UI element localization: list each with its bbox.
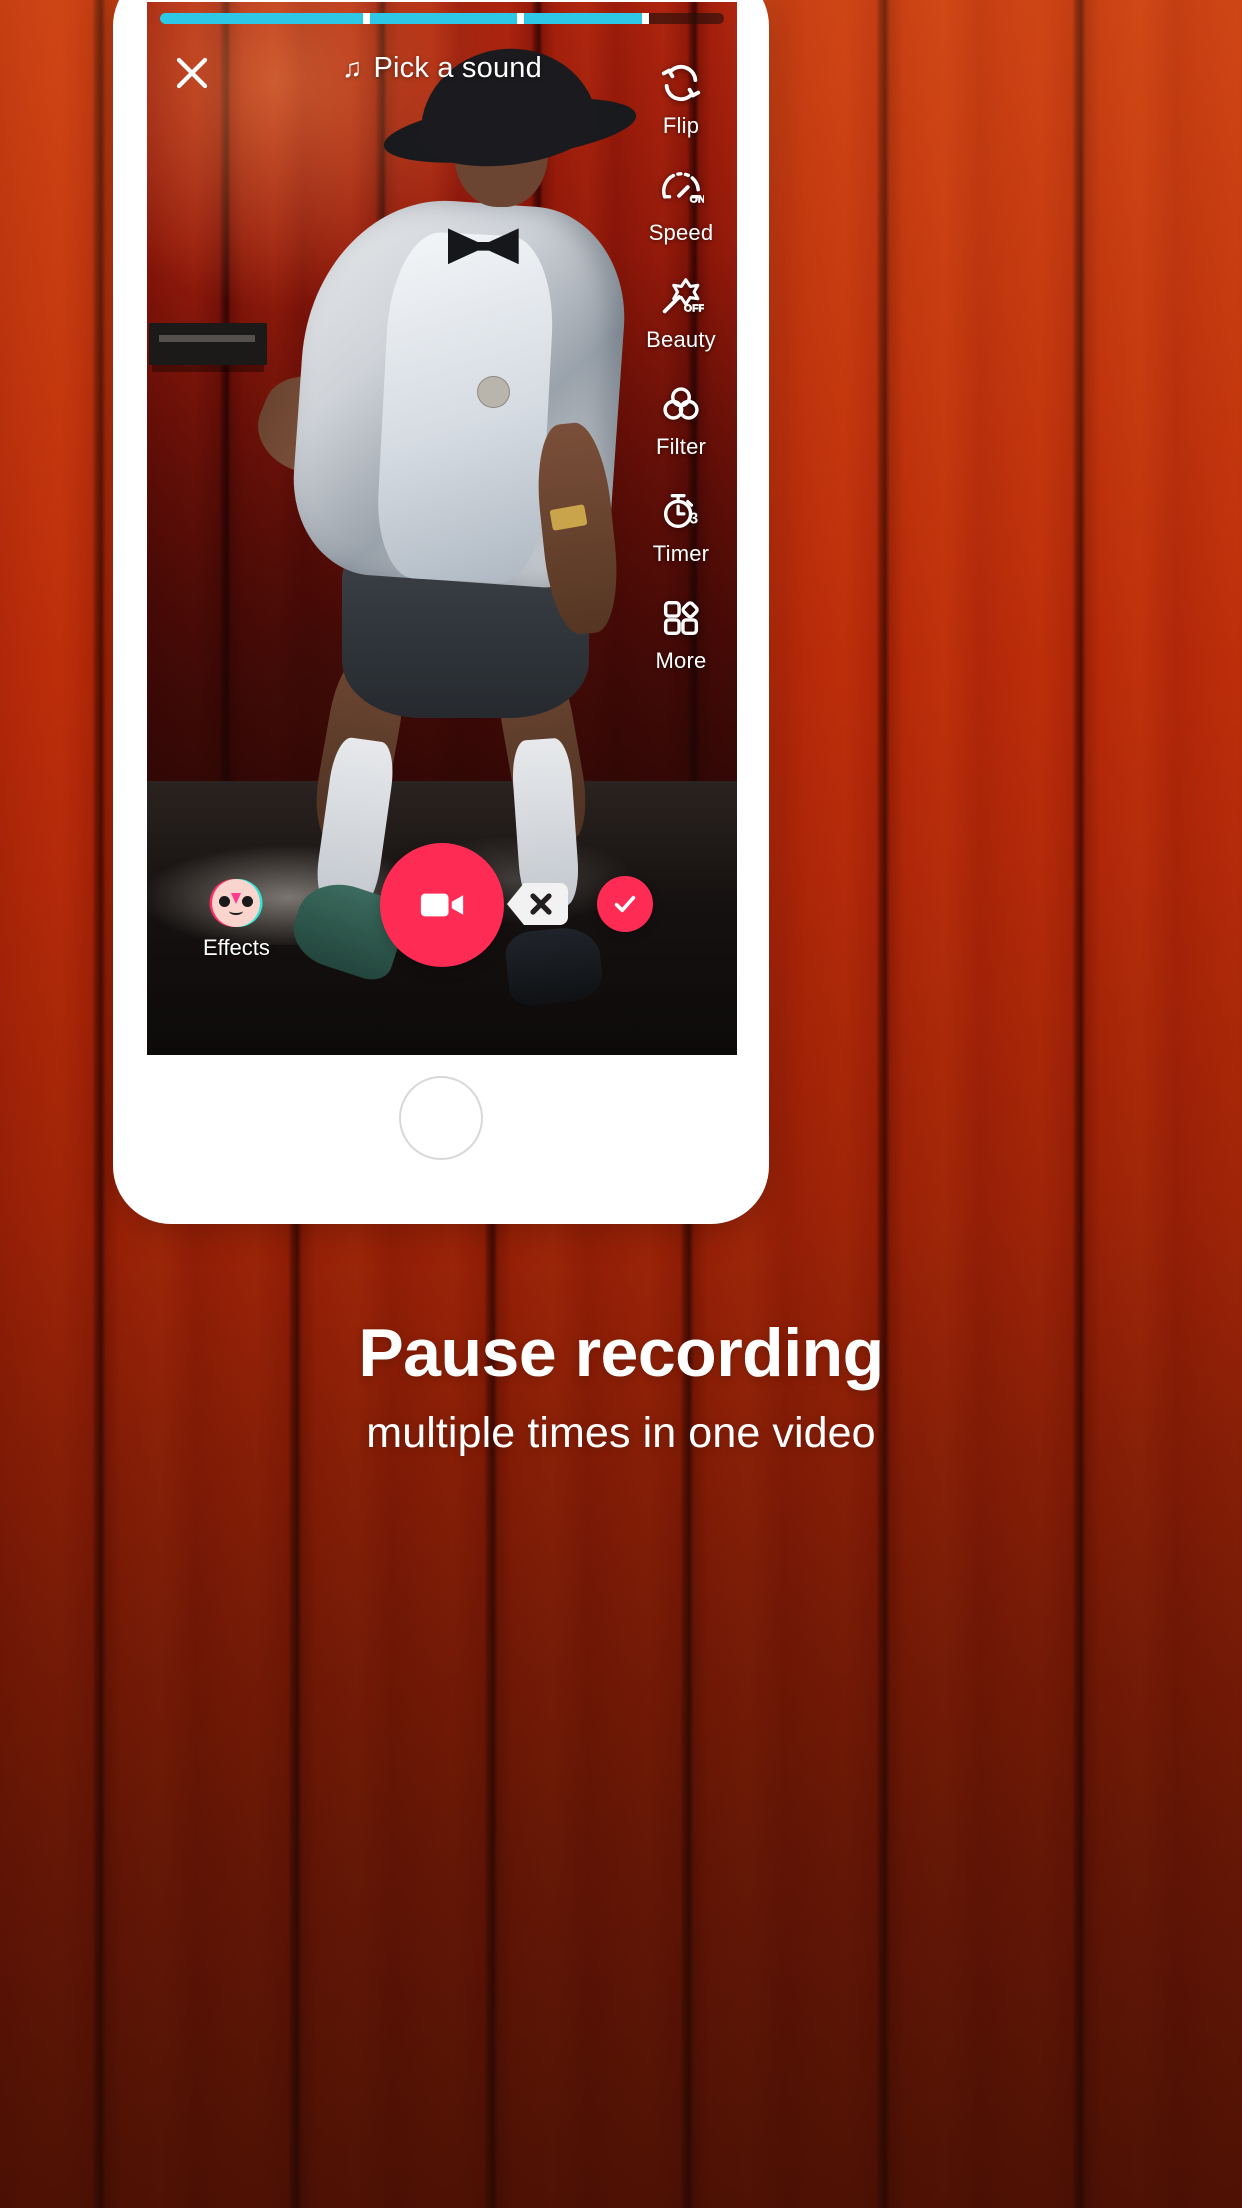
sidebar-item-speed[interactable]: ON Speed — [649, 167, 714, 246]
filter-icon — [663, 387, 699, 420]
sidebar-item-label: Timer — [652, 541, 710, 566]
caption: Pause recording multiple times in one vi… — [0, 1315, 1242, 1458]
sidebar-item-more[interactable]: More — [656, 595, 707, 674]
home-button[interactable] — [399, 1076, 483, 1160]
delete-clip-button[interactable] — [506, 881, 568, 927]
progress-segment — [523, 13, 643, 24]
caption-subtitle: multiple times in one video — [366, 1409, 876, 1458]
sidebar-item-beauty[interactable]: OFF Beauty — [646, 274, 716, 353]
effects-face-icon — [212, 879, 261, 927]
effects-mouth — [229, 907, 244, 915]
more-grid-icon — [663, 600, 699, 636]
pick-a-sound-label: Pick a sound — [373, 52, 542, 84]
effects-label: Effects — [203, 935, 270, 960]
video-camera-icon — [420, 893, 464, 917]
phone-mockup: ♫ Pick a sound Flip ON Speed OFF Beauty … — [113, 0, 769, 1224]
svg-text:ON: ON — [690, 193, 704, 205]
sidebar-item-label: Filter — [655, 434, 707, 459]
progress-separator — [516, 13, 524, 24]
sidebar-item-flip[interactable]: Flip — [658, 60, 704, 139]
timer-icon: 3 — [663, 493, 699, 529]
svg-text:3: 3 — [690, 510, 699, 527]
close-icon — [176, 57, 208, 89]
sidebar-item-filter[interactable]: Filter — [656, 381, 706, 460]
sidebar-item-label: Beauty — [646, 327, 716, 352]
close-button[interactable] — [169, 50, 215, 96]
confirm-button[interactable] — [597, 876, 653, 932]
beauty-wand-icon: OFF — [662, 278, 704, 315]
music-note-icon: ♫ — [342, 53, 363, 83]
sidebar-item-timer[interactable]: 3 Timer — [653, 488, 709, 567]
speed-icon: ON — [662, 172, 704, 206]
sidebar-item-label: Flip — [662, 113, 700, 138]
effects-eye-right — [242, 896, 254, 907]
progress-separator — [363, 13, 371, 24]
caption-title: Pause recording — [358, 1315, 884, 1391]
sidebar-item-label: More — [655, 648, 707, 673]
effects-button[interactable]: Effects — [203, 879, 270, 961]
backspace-delete-icon — [507, 883, 568, 925]
progress-segment — [370, 13, 517, 24]
effects-nose — [231, 893, 242, 904]
camera-tools-sidebar: Flip ON Speed OFF Beauty Filter 3 Timer … — [633, 60, 729, 674]
flip-camera-icon — [661, 64, 701, 102]
effects-eye-left — [219, 896, 231, 907]
svg-text:OFF: OFF — [684, 302, 704, 314]
progress-segment — [160, 13, 364, 24]
record-button[interactable] — [380, 843, 504, 967]
recording-progress-bar[interactable] — [160, 13, 724, 24]
camera-ui-overlay: ♫ Pick a sound Flip ON Speed OFF Beauty … — [147, 2, 737, 1055]
progress-separator — [642, 13, 650, 24]
camera-control-bar: Effects — [147, 837, 737, 967]
progress-remaining — [649, 13, 724, 24]
checkmark-icon — [614, 895, 636, 913]
phone-screen: ♫ Pick a sound Flip ON Speed OFF Beauty … — [147, 2, 737, 1055]
pick-a-sound-button[interactable]: ♫ Pick a sound — [342, 52, 542, 85]
sidebar-item-label: Speed — [648, 220, 714, 245]
